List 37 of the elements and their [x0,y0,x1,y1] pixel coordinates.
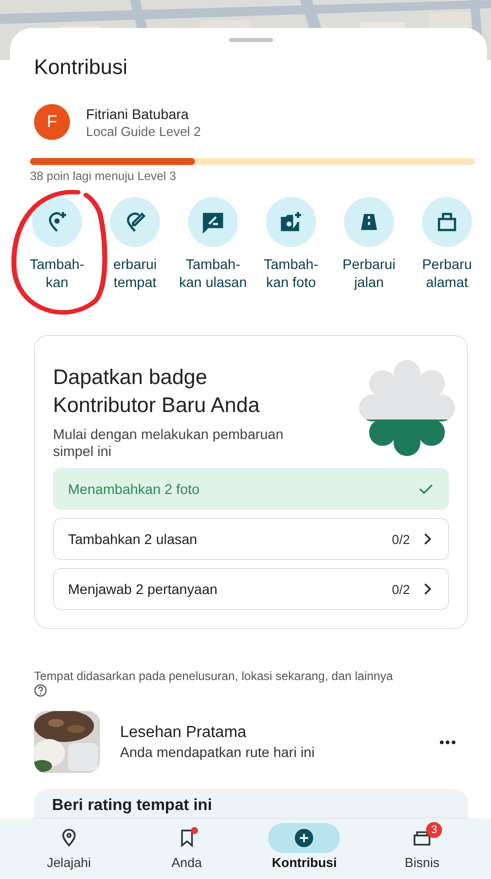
task-label: Menambahkan 2 foto [68,481,201,497]
contribution-action[interactable]: Tambah- kan [18,197,96,291]
badge-subtitle: Mulai dengan melakukan pembaruan simpel ini [53,426,284,460]
task-progress: 0/2 [392,582,410,596]
contribution-action[interactable]: Perbaru alamat [408,197,486,291]
task-label: Tambahkan 2 ulasan [68,531,198,547]
nav-tab[interactable]: Jelajahi [18,819,119,879]
task-progress: 0/2 [392,532,410,546]
progress-text: 38 poin lagi menuju Level 3 [30,169,178,183]
notification-count: 3 [426,822,442,838]
badge-title: Dapatkan badge Kontributor Baru Anda [53,365,261,419]
places-note: Tempat didasarkan pada penelusuran, lokasi sekarang, dan lainnya [34,669,394,683]
guide-level: Local Guide Level 2 [86,124,201,138]
task-row[interactable]: Tambahkan 2 ulasan 0/2 [53,518,449,560]
contribution-action[interactable]: Tambah- kan ulasan [174,197,252,291]
task-label: Menjawab 2 pertanyaan [68,581,218,597]
help-icon[interactable] [34,684,47,697]
contribution-action[interactable]: erbarui tempat [96,197,174,291]
rating-title: Beri rating tempat ini [52,797,214,815]
user-name: Fitriani Batubara [86,106,190,122]
place-subtitle: Anda mendapatkan rute hari ini [120,744,316,760]
camera-plus-icon [279,210,303,234]
nav-tab[interactable]: Kontribusi [254,819,354,879]
chevron-right-icon [422,532,434,546]
nav-tab[interactable]: Anda [136,819,237,879]
more-button[interactable]: ••• [439,734,457,750]
avatar[interactable]: F [34,104,70,140]
contribution-action[interactable]: Tambah- kan foto [252,197,330,291]
page-title: Kontribusi [34,56,128,80]
place-name: Lesehan Pratama [120,724,248,742]
review-icon [201,210,225,234]
task-row[interactable]: Menjawab 2 pertanyaan 0/2 [53,568,449,610]
nav-tab[interactable]: 3 Bisnis [372,819,472,879]
chevron-right-icon [422,582,434,596]
task-row[interactable]: Menambahkan 2 foto [53,468,449,510]
plus-icon [294,828,314,848]
contribution-action[interactable]: Perbarui jalan [330,197,408,291]
